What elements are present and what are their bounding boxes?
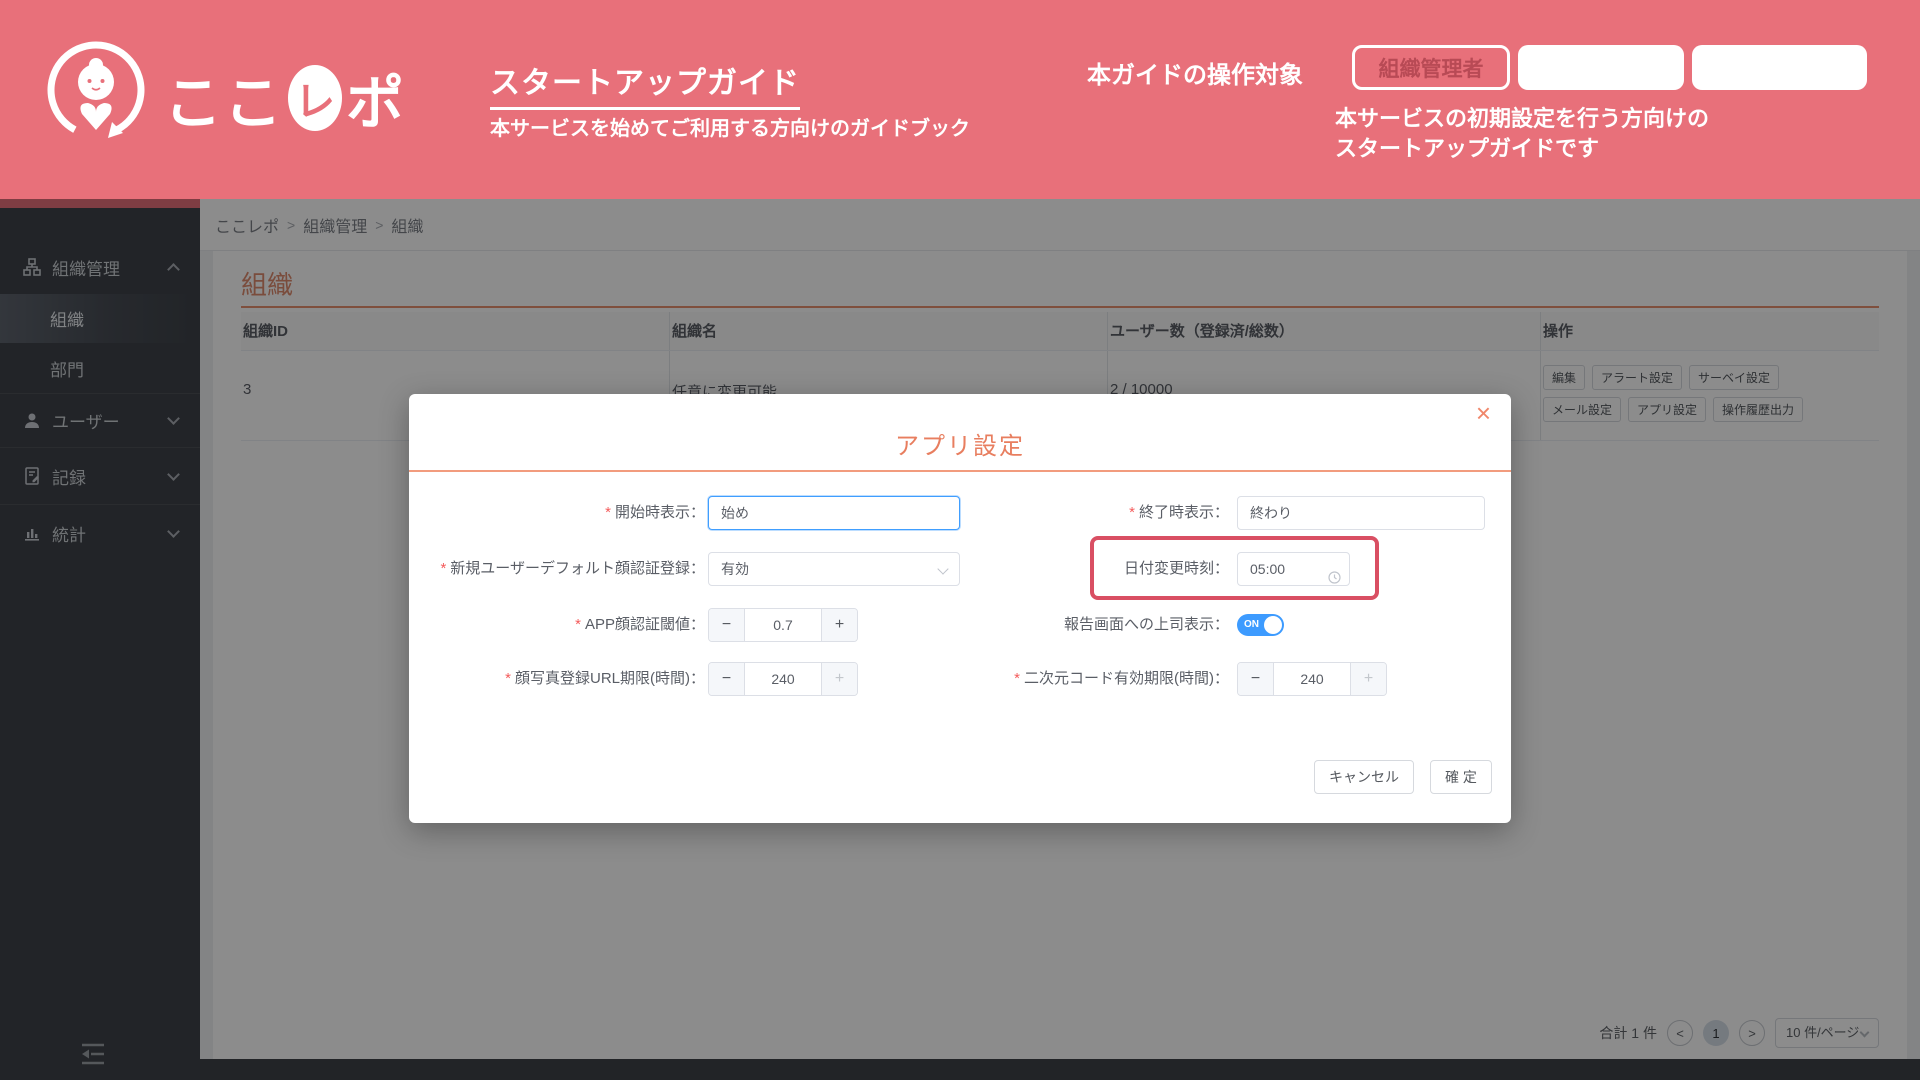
logo-text-1: ここ xyxy=(164,56,284,140)
required-asterisk: * xyxy=(440,560,446,577)
toggle-on-label: ON xyxy=(1244,619,1259,630)
supervisor-display-label: 報告画面への上司表示： xyxy=(969,608,1229,642)
role-badge-blank-2 xyxy=(1692,45,1867,90)
guide-title: スタートアップガイド xyxy=(490,58,800,110)
start-display-label: *開始時表示： xyxy=(429,496,705,530)
face-photo-url-limit-stepper: − 240 + xyxy=(708,662,858,696)
app-settings-modal: × アプリ設定 *開始時表示： *終了時表示： *新規ユーザーデフォルト顔認証登… xyxy=(409,394,1511,823)
start-display-input[interactable] xyxy=(708,496,960,530)
supervisor-display-toggle[interactable]: ON xyxy=(1237,614,1284,636)
date-change-time-value: 05:00 xyxy=(1250,561,1285,577)
confirm-button[interactable]: 確 定 xyxy=(1430,760,1492,794)
face-auth-default-value: 有効 xyxy=(721,561,749,577)
guide-description: 本サービスの初期設定を行う方向けの スタートアップガイドです xyxy=(1335,104,1709,164)
guide-target-label: 本ガイドの操作対象 xyxy=(1087,55,1303,90)
qr-code-limit-label: *二次元コード有効期限(時間)： xyxy=(969,662,1229,696)
qr-code-limit-value[interactable]: 240 xyxy=(1274,663,1350,695)
decrement-button[interactable]: − xyxy=(1238,663,1274,695)
role-badge-blank-1 xyxy=(1518,45,1684,90)
logo-circle: レ xyxy=(288,65,342,131)
screen: ここ レ ポ スタートアップガイド 本サービスを始めてご利用する方向けのガイドブ… xyxy=(0,0,1920,1080)
decrement-button[interactable]: − xyxy=(709,663,745,695)
toggle-knob xyxy=(1264,616,1282,634)
guide-subtitle: 本サービスを始めてご利用する方向けのガイドブック xyxy=(490,112,970,141)
required-asterisk: * xyxy=(605,504,611,521)
chevron-down-icon xyxy=(937,563,948,574)
app-face-threshold-value[interactable]: 0.7 xyxy=(745,609,821,641)
increment-button[interactable]: + xyxy=(1350,663,1386,695)
face-auth-default-select[interactable]: 有効 xyxy=(708,552,960,586)
increment-button[interactable]: + xyxy=(821,609,857,641)
guide-banner: ここ レ ポ スタートアップガイド 本サービスを始めてご利用する方向けのガイドブ… xyxy=(0,0,1920,199)
modal-title: アプリ設定 xyxy=(409,426,1511,461)
guide-description-line1: 本サービスの初期設定を行う方向けの xyxy=(1335,104,1709,134)
logo-mascot-icon xyxy=(44,38,148,147)
role-badge-org-admin: 組織管理者 xyxy=(1352,45,1510,90)
close-icon[interactable]: × xyxy=(1476,400,1491,426)
app-face-threshold-label: *APP顔認証閾値： xyxy=(429,608,705,642)
face-photo-url-limit-value[interactable]: 240 xyxy=(745,663,821,695)
modal-title-divider xyxy=(409,470,1511,472)
face-photo-url-limit-label: *顔写真登録URL期限(時間)： xyxy=(429,662,705,696)
increment-button[interactable]: + xyxy=(821,663,857,695)
app-face-threshold-stepper: − 0.7 + xyxy=(708,608,858,642)
end-display-input[interactable] xyxy=(1237,496,1485,530)
required-asterisk: * xyxy=(1014,670,1020,687)
app-logo: ここ レ ポ xyxy=(164,56,406,140)
guide-description-line2: スタートアップガイドです xyxy=(1335,134,1709,164)
face-auth-default-label: *新規ユーザーデフォルト顔認証登録： xyxy=(429,552,705,586)
logo-text-2: レ xyxy=(295,69,335,127)
date-change-time-input[interactable]: 05:00 xyxy=(1237,552,1350,586)
qr-code-limit-stepper: − 240 + xyxy=(1237,662,1387,696)
required-asterisk: * xyxy=(1129,504,1135,521)
required-asterisk: * xyxy=(575,616,581,633)
date-change-time-label: 日付変更時刻： xyxy=(969,552,1229,586)
decrement-button[interactable]: − xyxy=(709,609,745,641)
end-display-label: *終了時表示： xyxy=(969,496,1229,530)
logo-text-3: ポ xyxy=(346,56,406,140)
cancel-button[interactable]: キャンセル xyxy=(1314,760,1414,794)
clock-icon xyxy=(1328,563,1341,595)
required-asterisk: * xyxy=(505,670,511,687)
